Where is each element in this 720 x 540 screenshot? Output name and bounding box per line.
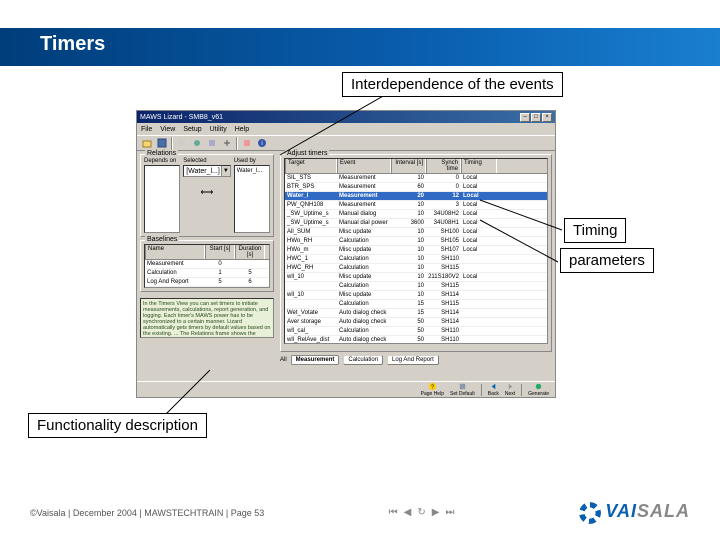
table-row[interactable]: PW_QNH108Measurement103Local (285, 201, 547, 210)
relations-title: Relations (145, 150, 178, 157)
nav-prev-icon[interactable]: ◀ (404, 507, 412, 518)
table-row[interactable]: Calculation10SH115 (285, 282, 547, 291)
svg-text:?: ? (431, 384, 434, 390)
back-button[interactable]: Back (488, 382, 499, 397)
close-button[interactable]: × (542, 113, 552, 122)
tabs-label: All (280, 357, 287, 363)
vaisala-logo: VAISALA (579, 501, 690, 524)
table-row[interactable]: HWo_RHCalculation10SH105Local (285, 237, 547, 246)
toolbar-icon[interactable] (175, 137, 189, 150)
menu-view[interactable]: View (160, 126, 175, 133)
table-row[interactable]: wll_10Misc update10SH114 (285, 291, 547, 300)
nav-first-icon[interactable]: ⏮ (389, 507, 398, 518)
app-window: MAWS Lizard - SMB8_v61 – □ × File View S… (136, 110, 556, 398)
table-row[interactable]: Measurement0 (145, 260, 269, 269)
menu-utility[interactable]: Utility (210, 126, 227, 133)
toolbar-save-icon[interactable] (155, 137, 169, 150)
timers-title: Adjust timers (285, 150, 329, 157)
tab-measurement[interactable]: Measurement (291, 355, 340, 365)
table-row[interactable]: wll_10Misc update10211S180V2Local (285, 273, 547, 282)
tabs-row: All Measurement Calculation Log And Repo… (280, 355, 552, 365)
page-help-button[interactable]: ?Page Help (421, 382, 444, 397)
table-row[interactable]: HWC_RHCalculation10SH115 (285, 264, 547, 273)
table-row[interactable]: Wet_VotateAuto dialog check15SH114 (285, 309, 547, 318)
minimize-button[interactable]: – (520, 113, 530, 122)
relations-group: Relations Depends on Selected [Water_l..… (140, 154, 274, 237)
table-row[interactable]: Calculation15SH115 (285, 300, 547, 309)
toolbar: i (137, 135, 555, 151)
toolbar-open-icon[interactable] (140, 137, 154, 150)
logo-icon (579, 502, 601, 524)
toolbar-help-icon[interactable]: i (255, 137, 269, 150)
table-row[interactable]: _SW_Uptime_sManual dialog1034U08H2Local (285, 210, 547, 219)
bottom-bar: ?Page Help Set Default Back Next Generat… (137, 381, 555, 397)
description-box: In the Timers View you can set timers to… (140, 298, 274, 338)
maximize-button[interactable]: □ (531, 113, 541, 122)
toolbar-icon[interactable] (205, 137, 219, 150)
table-row[interactable]: _SW_Uptime_sManual dial power360034U08H1… (285, 219, 547, 228)
titlebar-text: MAWS Lizard - SMB8_v61 (140, 114, 223, 121)
table-row[interactable]: Log And Report56 (145, 278, 269, 287)
table-row[interactable]: wll_cal_Calculation50SH110 (285, 327, 547, 336)
baselines-group: Baselines Name Start [s] Duration [s] Me… (140, 240, 274, 292)
menu-help[interactable]: Help (235, 126, 249, 133)
used-by-list[interactable]: Water_l... (234, 165, 270, 233)
callout-interdependence: Interdependence of the events (342, 72, 563, 97)
depends-on-list[interactable] (144, 165, 180, 233)
nav-refresh-icon[interactable]: ↻ (417, 507, 425, 518)
table-row[interactable]: wll_RelAve_distAuto dialog check50SH110 (285, 336, 547, 344)
toolbar-icon[interactable] (220, 137, 234, 150)
slide-footer: ©Vaisala | December 2004 | MAWSTECHTRAIN… (30, 501, 690, 524)
table-row[interactable]: Aver storageAuto dialog check50SH114 (285, 318, 547, 327)
chevron-down-icon: ▼ (221, 166, 230, 176)
generate-button[interactable]: Generate (528, 382, 549, 397)
next-button[interactable]: Next (505, 382, 515, 397)
menubar: File View Setup Utility Help (137, 123, 555, 135)
slide-title: Timers (40, 33, 105, 56)
tab-calculation[interactable]: Calculation (343, 355, 383, 365)
nav-last-icon[interactable]: ⏭ (445, 507, 454, 518)
link-icon: ⟷ (183, 187, 231, 198)
toolbar-icon[interactable] (240, 137, 254, 150)
table-row[interactable]: Calculation15 (145, 269, 269, 278)
selected-dropdown[interactable]: [Water_l...] ▼ (183, 165, 231, 177)
header-band (0, 28, 720, 66)
footer-nav: ⏮ ◀ ↻ ▶ ⏭ (389, 507, 455, 518)
callout-timing: Timing (564, 218, 626, 243)
table-row[interactable]: HWC_1Calculation10SH110 (285, 255, 547, 264)
svg-text:i: i (261, 141, 262, 147)
menu-file[interactable]: File (141, 126, 152, 133)
table-row[interactable]: BTR_SPSMeasurement600Local (285, 183, 547, 192)
table-row[interactable]: All_SUMMisc update10SH100Local (285, 228, 547, 237)
table-row[interactable]: HWo_mMisc update10SH107Local (285, 246, 547, 255)
titlebar[interactable]: MAWS Lizard - SMB8_v61 – □ × (137, 111, 555, 123)
table-row[interactable]: SIL_STSMeasurement100Local (285, 174, 547, 183)
callout-parameters: parameters (560, 248, 654, 273)
callout-functionality: Functionality description (28, 413, 207, 438)
tab-log-report[interactable]: Log And Report (387, 355, 439, 365)
menu-setup[interactable]: Setup (183, 126, 201, 133)
baselines-title: Baselines (145, 236, 179, 243)
footer-text: ©Vaisala | December 2004 | MAWSTECHTRAIN… (30, 508, 264, 518)
toolbar-icon[interactable] (190, 137, 204, 150)
set-default-button[interactable]: Set Default (450, 382, 475, 397)
table-row[interactable]: Water_lMeasurement2012Local (285, 192, 547, 201)
timers-group: Adjust timers Target Event Interval [s] … (280, 154, 552, 352)
nav-next-icon[interactable]: ▶ (432, 507, 440, 518)
